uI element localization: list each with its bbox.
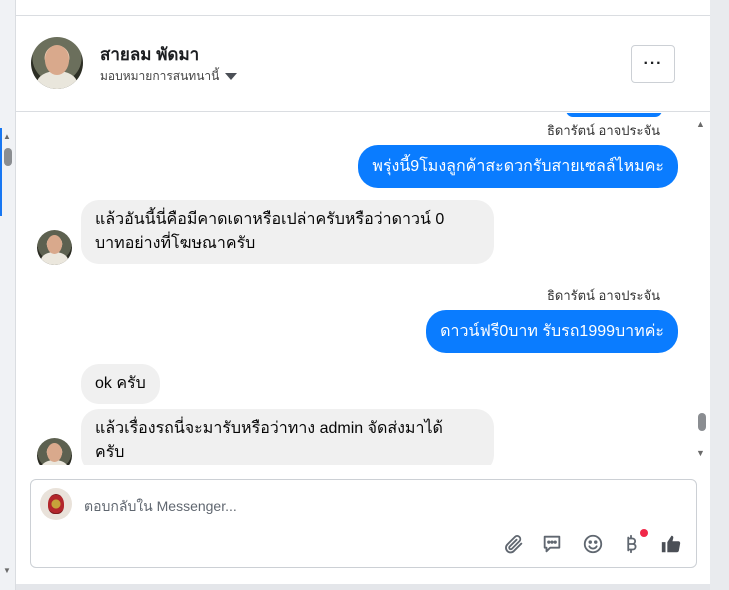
message-bubble-incoming: แล้วเรื่องรถนี่จะมารับหรือว่าทาง admin จ… — [81, 409, 494, 465]
scroll-down-icon[interactable]: ▼ — [3, 566, 11, 575]
contact-name[interactable]: สายลม พัดมา — [100, 41, 199, 68]
paperclip-icon[interactable] — [502, 532, 526, 556]
scroll-up-icon[interactable]: ▲ — [3, 132, 11, 141]
message-thread: ธิดารัตน์ อาจประจัน พรุ่งนี้9โมงลูกค้าสะ… — [16, 113, 710, 465]
message-bubble-outgoing: พรุ่งนี้9โมงลูกค้าสะดวกรับสายเซลล์ไหมคะ — [358, 145, 678, 188]
message-bubble-incoming: แล้วอันนี้นี่คือมีคาดเดาหรือเปล่าครับหรื… — [81, 200, 494, 264]
assign-label: มอบหมายการสนทนานี้ — [100, 69, 220, 83]
bottom-edge — [16, 584, 710, 590]
conversation-header: สายลม พัดมา มอบหมายการสนทนานี้ ··· — [16, 16, 710, 112]
left-scroll-strip: ▲ ▼ — [0, 0, 16, 590]
scrollbar-thumb[interactable] — [698, 413, 706, 431]
assign-conversation-dropdown[interactable]: มอบหมายการสนทนานี้ — [100, 67, 238, 86]
right-edge-strip — [710, 0, 729, 590]
scroll-down-icon[interactable]: ▼ — [696, 448, 705, 458]
message-bubble-outgoing — [566, 113, 662, 117]
contact-avatar[interactable] — [31, 37, 83, 89]
contact-avatar-small — [37, 438, 72, 465]
saved-reply-icon[interactable] — [540, 532, 564, 556]
message-text: ครับ — [95, 444, 125, 461]
thumbs-up-icon[interactable] — [659, 532, 683, 556]
left-scrollbar-thumb[interactable] — [4, 148, 12, 166]
scroll-up-icon[interactable]: ▲ — [696, 119, 705, 129]
contact-avatar-small — [37, 230, 72, 265]
conversation-panel: สายลม พัดมา มอบหมายการสนทนานี้ ··· ธิดาร… — [16, 0, 710, 584]
sender-name: ธิดารัตน์ อาจประจัน — [546, 123, 660, 138]
reply-composer — [30, 479, 697, 568]
sender-name: ธิดารัตน์ อาจประจัน — [546, 288, 660, 303]
message-text: แล้วเรื่องรถนี่จะมารับหรือว่าทาง admin จ… — [95, 420, 443, 437]
baht-icon[interactable] — [619, 532, 643, 556]
reply-input[interactable] — [84, 498, 644, 514]
message-text: แล้วอันนี้นี่คือมีคาดเดาหรือเปล่าครับหรื… — [95, 211, 445, 228]
message-bubble-outgoing: ดาวน์ฟรี0บาท รับรถ1999บาทค่ะ — [426, 310, 678, 353]
message-text: บาทอย่างที่โฆษณาครับ — [95, 235, 256, 252]
more-options-button[interactable]: ··· — [631, 45, 675, 83]
emoji-icon[interactable] — [581, 532, 605, 556]
selection-edge — [0, 128, 2, 216]
notification-dot — [640, 529, 648, 537]
caret-down-icon — [225, 73, 238, 80]
message-bubble-incoming: ok ครับ — [81, 364, 160, 404]
page-avatar — [40, 488, 72, 520]
